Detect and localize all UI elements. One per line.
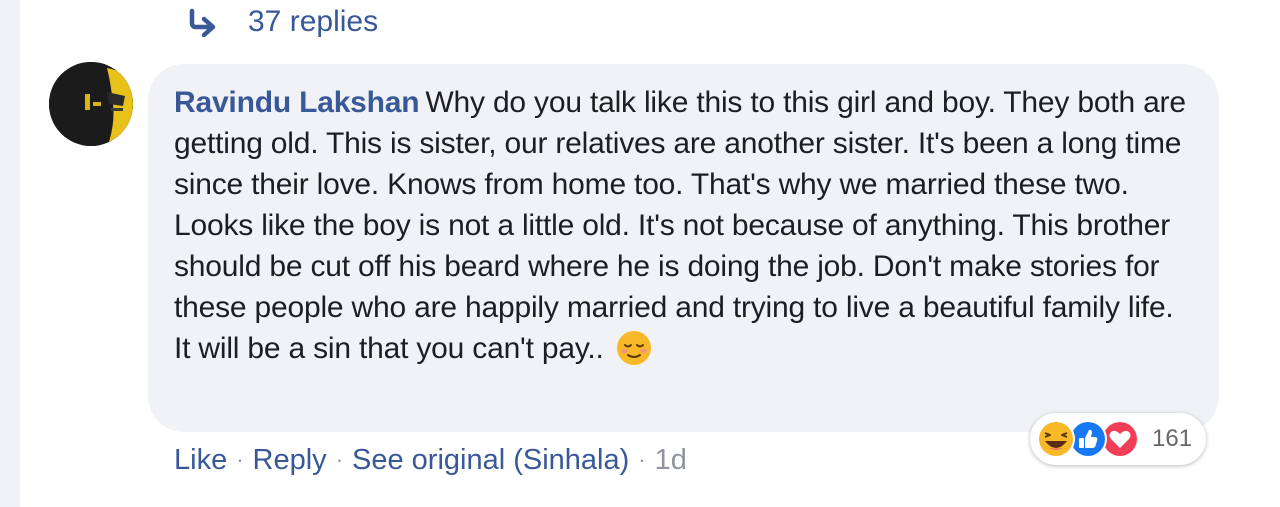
reply-arrow-icon bbox=[189, 8, 216, 37]
reactions-summary[interactable]: 161 bbox=[1030, 413, 1207, 465]
separator-dot: · bbox=[638, 447, 646, 472]
relieved-face-icon bbox=[616, 331, 651, 365]
timestamp-link[interactable]: 1d bbox=[655, 444, 687, 477]
comment-actions: Like · Reply · See original (Sinhala) · … bbox=[174, 440, 687, 480]
like-link[interactable]: Like bbox=[174, 444, 227, 477]
comment-bubble: Ravindu Lakshan Why do you talk like this… bbox=[148, 64, 1219, 432]
avatar[interactable] bbox=[49, 62, 133, 146]
replies-count-label: 37 replies bbox=[248, 5, 379, 38]
reaction-count: 161 bbox=[1152, 425, 1193, 452]
comment-author-link[interactable]: Ravindu Lakshan bbox=[174, 86, 420, 119]
reply-link[interactable]: Reply bbox=[253, 444, 327, 477]
view-replies-link[interactable]: 37 replies bbox=[186, 0, 378, 44]
avatar-image bbox=[49, 62, 133, 146]
see-original-link[interactable]: See original (Sinhala) bbox=[352, 444, 629, 477]
haha-icon bbox=[1037, 420, 1075, 458]
separator-dot: · bbox=[236, 447, 244, 472]
left-page-stripe bbox=[0, 0, 20, 507]
comment-text: Why do you talk like this to this girl a… bbox=[174, 86, 1186, 365]
separator-dot: · bbox=[335, 447, 344, 472]
comment-body: Ravindu Lakshan Why do you talk like this… bbox=[174, 82, 1193, 369]
